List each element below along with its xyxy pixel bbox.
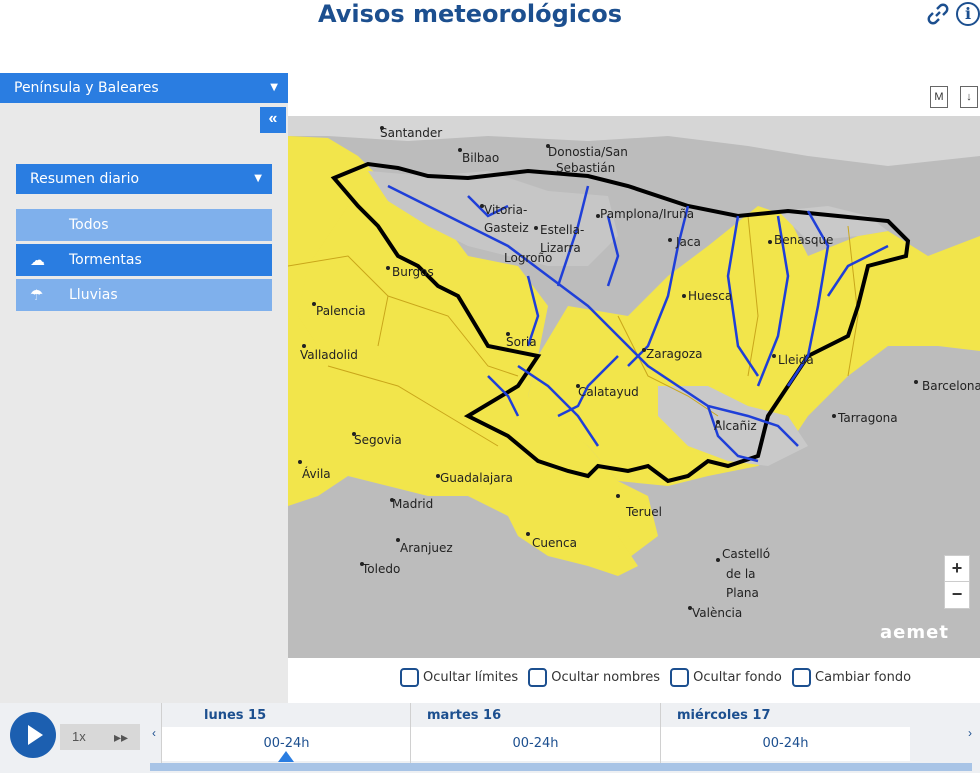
place-label: València	[692, 606, 742, 620]
place-label: Estella-	[540, 223, 584, 237]
link-icon[interactable]	[926, 2, 950, 26]
hide-names-option[interactable]: Ocultar nombres	[528, 668, 660, 687]
region-select[interactable]: Península y Baleares ▼	[0, 73, 288, 103]
place-label: Huesca	[688, 289, 732, 303]
warning-map[interactable]: Santander Bilbao Donostia/San Sebastián …	[288, 116, 980, 658]
collapse-sidebar-button[interactable]: «	[260, 107, 286, 133]
place-label: Santander	[380, 126, 442, 140]
place-label: Valladolid	[300, 348, 358, 362]
place-label: Madrid	[392, 497, 433, 511]
place-label: Castelló	[722, 547, 770, 561]
checkbox[interactable]	[670, 668, 690, 687]
fast-forward-icon[interactable]: ▸▸	[114, 724, 128, 750]
page-title: Avisos meteorológicos	[318, 0, 622, 28]
chevron-down-icon: ▼	[254, 173, 262, 184]
place-label: Cuenca	[532, 536, 577, 550]
day-label: martes 16	[427, 708, 502, 723]
filter-todos[interactable]: Todos	[16, 209, 272, 241]
speed-label: 1x	[72, 729, 86, 744]
place-label: Jaca	[675, 235, 701, 249]
place-label: Teruel	[625, 505, 662, 519]
day-label: miércoles 17	[677, 708, 771, 723]
storm-icon: ☁	[30, 251, 45, 269]
place-label: Palencia	[316, 304, 366, 318]
filter-lluvias[interactable]: ☂ Lluvias	[16, 279, 272, 311]
place-label: Barcelona	[922, 379, 980, 393]
hide-background-option[interactable]: Ocultar fondo	[670, 668, 782, 687]
place-label: Plana	[726, 586, 759, 600]
day-range[interactable]: 00-24h	[411, 727, 660, 761]
zoom-out-button[interactable]: −	[944, 581, 970, 609]
place-label: Benasque	[774, 233, 833, 247]
zoom-in-button[interactable]: +	[944, 555, 970, 583]
place-label: Aranjuez	[400, 541, 453, 555]
change-background-option[interactable]: Cambiar fondo	[792, 668, 911, 687]
daily-summary-select[interactable]: Resumen diario ▼	[16, 164, 272, 194]
filter-label: Lluvias	[69, 287, 118, 303]
place-label: Alcañiz	[714, 419, 757, 433]
filter-tormentas[interactable]: ☁ Tormentas	[16, 244, 272, 276]
aemet-logo: aemet	[880, 622, 949, 643]
place-label: de la	[726, 567, 756, 581]
day-column[interactable]: martes 16 00-24h	[410, 703, 660, 763]
chevron-down-icon: ▼	[270, 82, 278, 93]
day-range[interactable]: 00-24h	[661, 727, 910, 761]
map-options: Ocultar límites Ocultar nombres Ocultar …	[400, 668, 917, 687]
timeline-prev-button[interactable]: ‹	[152, 726, 156, 740]
place-label: Lleida	[778, 353, 814, 367]
play-button[interactable]	[10, 712, 56, 758]
place-label: Zaragoza	[646, 347, 702, 361]
info-icon[interactable]: i	[956, 2, 980, 26]
place-label: Pamplona/Iruña	[600, 207, 694, 221]
place-label: Segovia	[354, 433, 402, 447]
checkbox[interactable]	[528, 668, 548, 687]
timeline-next-button[interactable]: ›	[968, 726, 972, 740]
place-label: Bilbao	[462, 151, 499, 165]
checkbox[interactable]	[400, 668, 419, 687]
download-icon[interactable]: ↓	[960, 86, 978, 108]
hide-limits-option[interactable]: Ocultar límites	[400, 668, 518, 687]
day-column[interactable]: miércoles 17 00-24h	[660, 703, 910, 763]
place-label: Donostia/San	[548, 145, 628, 159]
place-label: Soria	[506, 335, 537, 349]
timeline-scrollbar[interactable]	[150, 763, 972, 771]
speed-control[interactable]: 1x ▸▸	[60, 724, 140, 750]
place-label: Burgos	[392, 265, 434, 279]
day-label: lunes 15	[204, 708, 267, 723]
time-marker[interactable]	[278, 751, 294, 762]
map-legend-button[interactable]: M	[930, 86, 948, 108]
checkbox[interactable]	[792, 668, 812, 687]
rain-icon: ☂	[30, 286, 44, 304]
place-label: Toledo	[361, 562, 400, 576]
map-canvas: Santander Bilbao Donostia/San Sebastián …	[288, 116, 980, 658]
place-label: Guadalajara	[440, 471, 513, 485]
filter-label: Tormentas	[69, 252, 142, 268]
option-label: Cambiar fondo	[815, 670, 912, 685]
place-label: Vitoria-	[484, 203, 527, 217]
region-select-value: Península y Baleares	[14, 80, 159, 96]
daily-summary-value: Resumen diario	[30, 171, 140, 187]
place-label: Gasteiz	[484, 221, 529, 235]
filter-label: Todos	[69, 217, 109, 233]
place-label: Ávila	[302, 466, 331, 481]
option-label: Ocultar límites	[423, 670, 519, 685]
option-label: Ocultar nombres	[551, 670, 660, 685]
place-label: Calatayud	[578, 385, 639, 399]
place-label: Tarragona	[837, 411, 898, 425]
option-label: Ocultar fondo	[693, 670, 782, 685]
link-icon-graphic	[927, 3, 949, 25]
place-label: Sebastián	[556, 161, 615, 175]
place-label: Logroño	[504, 251, 552, 265]
